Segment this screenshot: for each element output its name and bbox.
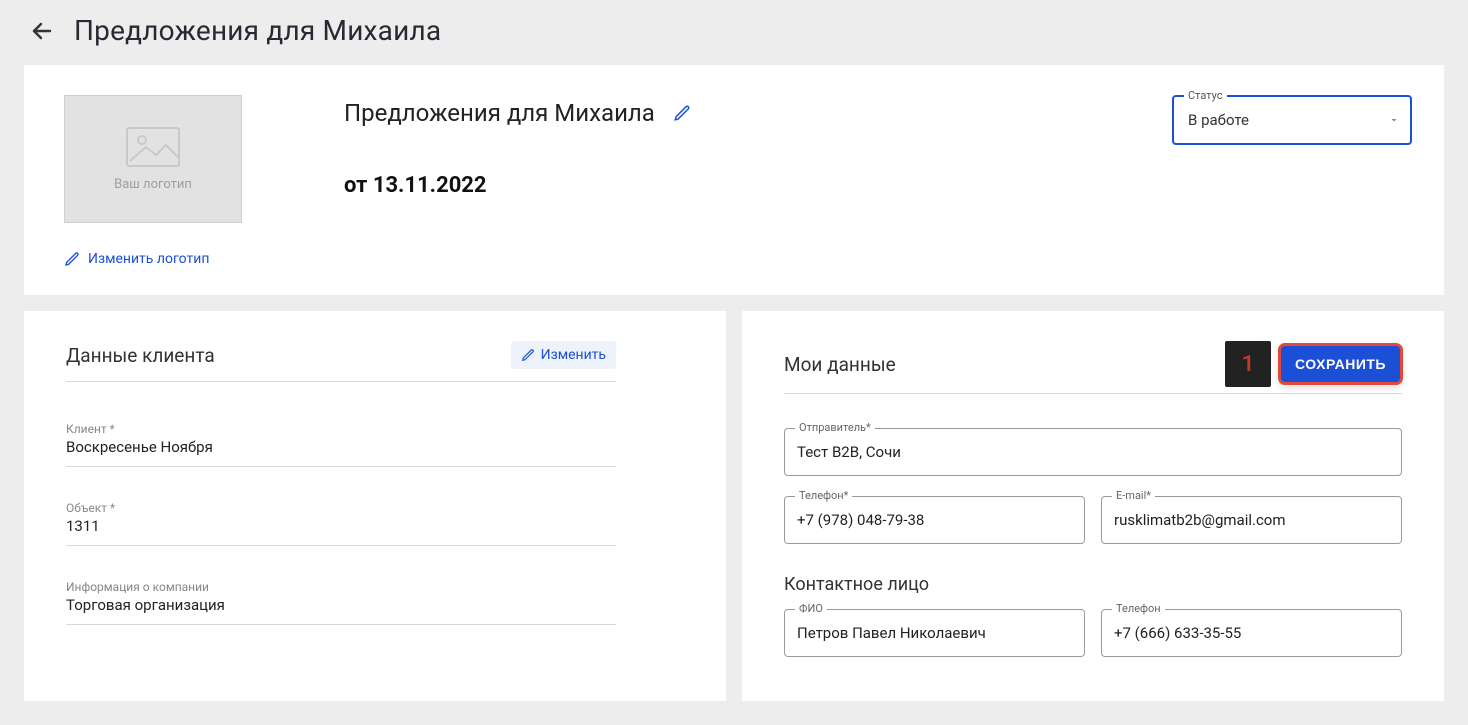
logo-placeholder-text: Ваш логотип: [114, 177, 192, 192]
phone-input[interactable]: Телефон* +7 (978) 048-79-38: [784, 496, 1085, 544]
object-field-value: 1311: [66, 517, 616, 546]
contact-subheader: Контактное лицо: [784, 574, 1402, 595]
back-button[interactable]: [28, 17, 56, 45]
company-field-label: Информация о компании: [66, 580, 616, 594]
sender-input[interactable]: Отправитель* Тест В2В, Сочи: [784, 428, 1402, 476]
change-logo-label: Изменить логотип: [88, 251, 209, 267]
email-input-value: rusklimatb2b@gmail.com: [1114, 511, 1286, 529]
status-select-label: Статус: [1184, 89, 1227, 102]
status-select[interactable]: Статус В работе: [1172, 95, 1412, 145]
edit-title-icon[interactable]: [673, 104, 691, 122]
sender-input-value: Тест В2В, Сочи: [797, 443, 901, 461]
object-field-label: Объект *: [66, 501, 616, 515]
edit-client-button[interactable]: Изменить: [511, 341, 616, 369]
email-input-label: E-mail*: [1112, 489, 1155, 502]
client-field-value: Воскресенье Ноября: [66, 438, 616, 467]
pencil-icon: [64, 251, 80, 267]
phone-input-value: +7 (978) 048-79-38: [797, 511, 924, 529]
contact-phone-value: +7 (666) 633-35-55: [1114, 624, 1241, 642]
my-data-title: Мои данные: [784, 353, 896, 376]
contact-name-input[interactable]: ФИО Петров Павел Николаевич: [784, 609, 1085, 657]
logo-placeholder[interactable]: Ваш логотип: [64, 95, 242, 223]
page-title: Предложения для Михаила: [74, 14, 441, 47]
proposal-date: от 13.11.2022: [344, 173, 1132, 198]
proposal-title: Предложения для Михаила: [344, 99, 655, 127]
sender-input-label: Отправитель*: [795, 421, 875, 434]
edit-client-label: Изменить: [541, 347, 606, 363]
client-field-label: Клиент *: [66, 422, 616, 436]
company-field-value: Торговая организация: [66, 596, 616, 625]
contact-name-value: Петров Павел Николаевич: [797, 624, 986, 642]
image-icon: [126, 127, 180, 167]
client-panel: Данные клиента Изменить Клиент * Воскрес…: [24, 311, 726, 701]
contact-phone-label: Телефон: [1112, 602, 1165, 615]
proposal-header-card: Ваш логотип Изменить логотип Предложения…: [24, 65, 1444, 295]
step-badge: 1: [1225, 341, 1271, 387]
pencil-icon: [521, 348, 535, 362]
contact-name-label: ФИО: [795, 602, 827, 615]
change-logo-button[interactable]: Изменить логотип: [64, 251, 209, 267]
my-data-panel: Мои данные 1 СОХРАНИТЬ Отправитель* Тест…: [742, 311, 1444, 701]
contact-phone-input[interactable]: Телефон +7 (666) 633-35-55: [1101, 609, 1402, 657]
chevron-down-icon: [1388, 114, 1400, 126]
client-panel-title: Данные клиента: [66, 344, 215, 367]
save-button[interactable]: СОХРАНИТЬ: [1279, 344, 1402, 384]
phone-input-label: Телефон*: [795, 489, 852, 502]
email-input[interactable]: E-mail* rusklimatb2b@gmail.com: [1101, 496, 1402, 544]
arrow-left-icon: [30, 19, 54, 43]
status-select-value: В работе: [1188, 111, 1249, 129]
